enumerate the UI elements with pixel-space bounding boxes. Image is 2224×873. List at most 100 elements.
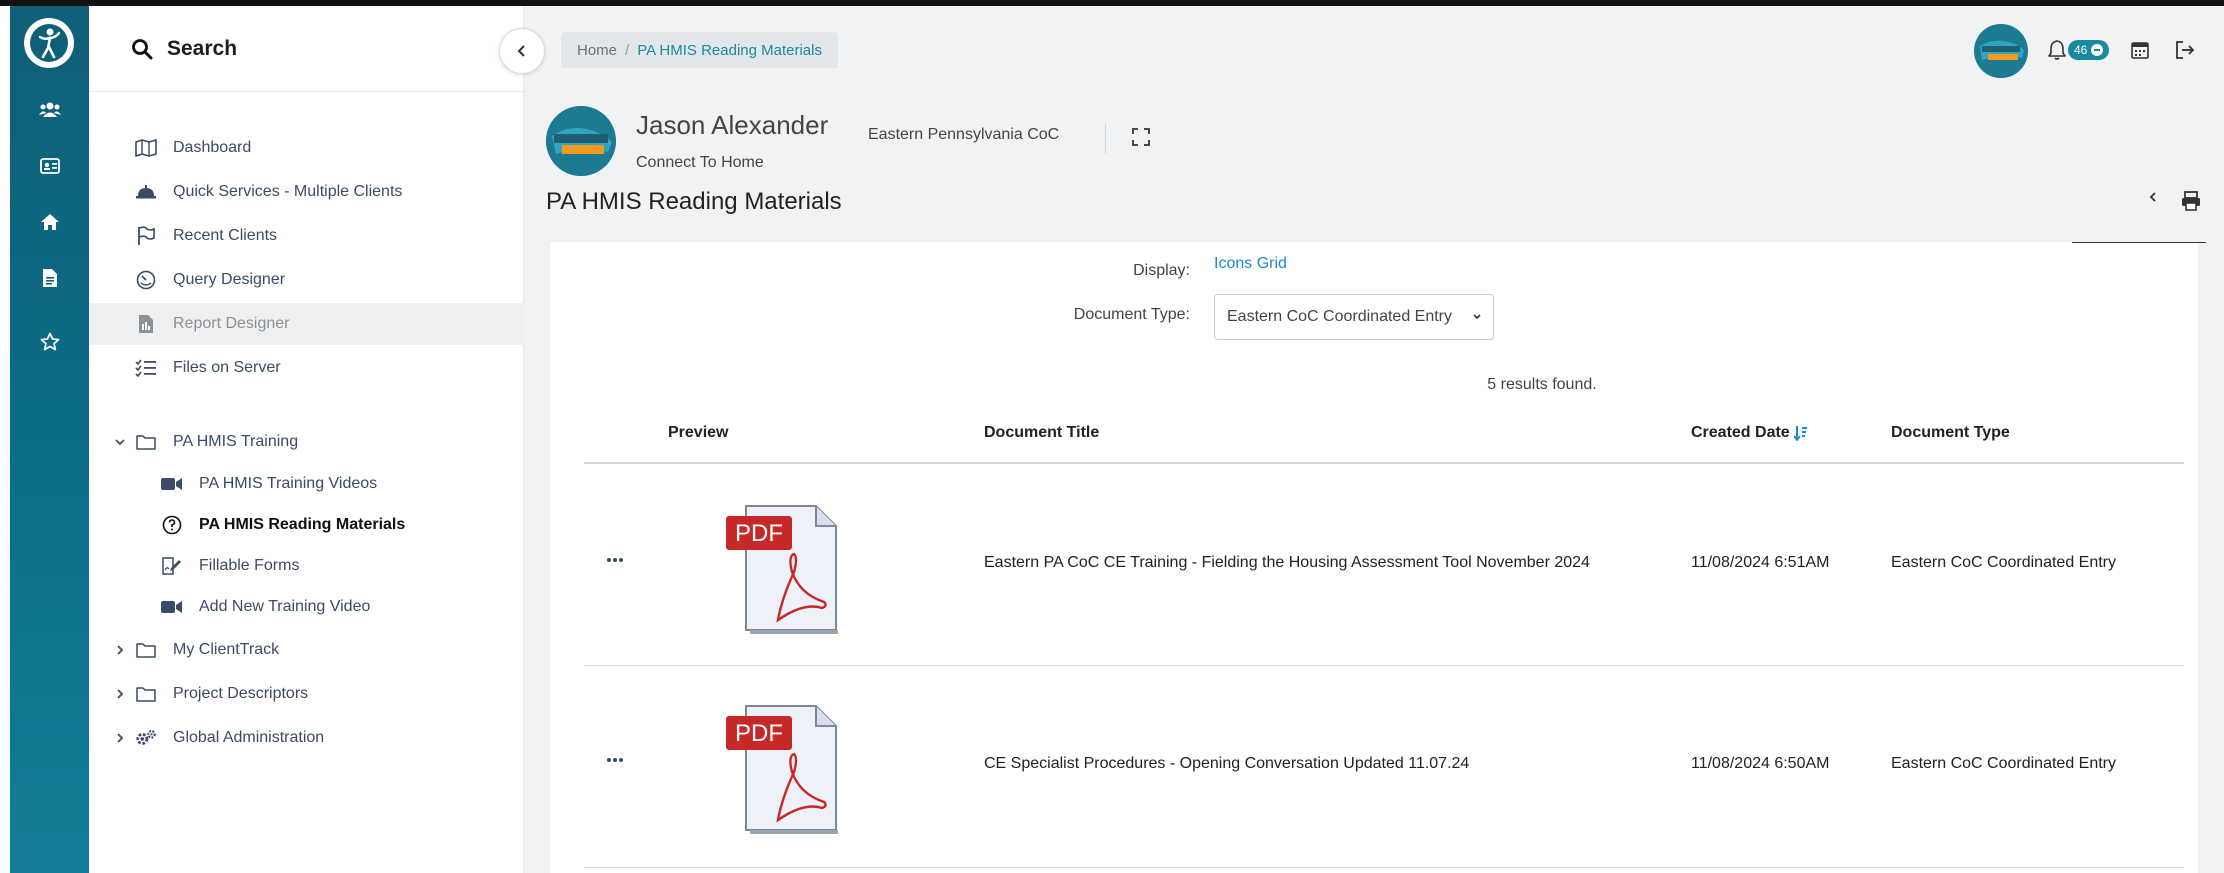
sidebar-item-add-training-video[interactable]: Add New Training Video [89,586,524,628]
users-icon[interactable] [36,96,64,124]
notification-bell-icon[interactable] [2047,39,2067,61]
document-type: Eastern CoC Coordinated Entry [1891,755,2116,772]
col-document-type[interactable]: Document Type [1891,424,2010,442]
pdf-label: PDF [735,520,783,547]
panel-top-line [2072,242,2206,243]
sidebar-item-label: PA HMIS Training Videos [199,475,378,492]
print-icon[interactable] [2180,190,2202,212]
table-row[interactable]: PDF CE Specialist Procedures - Opening C… [584,666,2184,868]
col-document-title[interactable]: Document Title [984,424,1099,442]
col-created-date-label: Created Date [1691,424,1790,441]
home-icon[interactable] [36,208,64,236]
folder-icon [135,431,157,453]
sidebar-item-fillable-forms[interactable]: Fillable Forms [89,545,524,587]
id-card-icon[interactable] [36,152,64,180]
sidebar-item-query-designer[interactable]: Query Designer [89,259,524,301]
chevron-right-icon[interactable] [113,687,127,701]
sidebar-item-label: PA HMIS Reading Materials [199,516,406,533]
sidebar-folder-pa-hmis-training[interactable]: PA HMIS Training [89,421,524,463]
notification-count: 46 [2074,43,2088,57]
sidebar-search[interactable]: Search [89,6,524,92]
sidebar-folder-my-clienttrack[interactable]: My ClientTrack [89,629,524,671]
sidebar-folder-label: Global Administration [173,729,325,746]
search-icon [132,38,153,59]
sidebar-item-reading-materials[interactable]: PA HMIS Reading Materials [89,504,524,546]
form-edit-icon [161,555,183,577]
doctype-select[interactable]: Eastern CoC Coordinated Entry [1214,294,1494,340]
sidebar-item-training-videos[interactable]: PA HMIS Training Videos [89,463,524,505]
top-header: Home / PA HMIS Reading Materials 46 [524,6,2224,92]
client-avatar[interactable] [546,106,616,176]
sidebar-item-label: Recent Clients [173,227,278,244]
video-icon [161,596,183,618]
chevron-right-icon[interactable] [113,731,127,745]
pdf-file-icon[interactable]: PDF [724,702,844,838]
breadcrumb-separator: / [625,41,630,59]
chevron-left-icon[interactable] [2146,190,2160,204]
col-preview: Preview [668,424,729,441]
sidebar-item-recent-clients[interactable]: Recent Clients [89,215,524,257]
star-icon[interactable] [36,328,64,356]
breadcrumb-current[interactable]: PA HMIS Reading Materials [637,42,822,59]
document-title[interactable]: CE Specialist Procedures - Opening Conve… [984,755,1469,773]
sidebar-folder-label: My ClientTrack [173,641,280,658]
sidebar-item-label: Report Designer [173,315,290,332]
document-type: Eastern CoC Coordinated Entry [1891,554,2116,571]
pdf-file-icon[interactable]: PDF [724,502,844,638]
sidebar-folder-global-administration[interactable]: Global Administration [89,717,524,759]
main-area: Home / PA HMIS Reading Materials 46 Jaso… [524,6,2224,873]
client-status: Connect To Home [636,154,764,171]
sidebar-collapse-button[interactable] [499,28,545,74]
chevron-left-icon [517,45,525,57]
more-options-icon[interactable] [606,757,624,763]
sidebar: Search Dashboard Quick Services - Multip… [89,6,524,873]
more-options-icon[interactable] [606,557,624,563]
sidebar-item-label: Add New Training Video [199,598,371,615]
notification-badge[interactable]: 46 [2068,40,2110,60]
client-header: Jason Alexander Connect To Home Eastern … [524,98,2224,176]
document-icon[interactable] [36,264,64,292]
chevron-right-icon[interactable] [113,643,127,657]
created-date: 11/08/2024 6:50AM [1691,755,1830,772]
video-icon [161,473,183,495]
bell-service-icon [135,181,157,203]
document-title[interactable]: Eastern PA CoC CE Training - Fielding th… [984,554,1590,572]
sidebar-folder-project-descriptors[interactable]: Project Descriptors [89,673,524,715]
breadcrumb: Home / PA HMIS Reading Materials [561,32,838,68]
table-row[interactable]: PDF Eastern PA CoC CE Training - Fieldin… [584,464,2184,666]
display-mode-link[interactable]: Icons Grid [1214,255,1287,273]
sidebar-item-label: Dashboard [173,139,252,156]
minus-circle-icon [2091,44,2104,56]
sidebar-item-files-on-server[interactable]: Files on Server [89,347,524,389]
breadcrumb-home[interactable]: Home [577,42,617,59]
question-circle-icon [161,514,183,536]
expand-icon[interactable] [1132,128,1150,146]
sidebar-item-dashboard[interactable]: Dashboard [89,127,524,169]
sidebar-item-label: Query Designer [173,271,286,288]
client-name: Jason Alexander [636,110,829,140]
report-icon [135,313,157,335]
pdf-label: PDF [735,720,783,747]
client-organization: Eastern Pennsylvania CoC [868,126,1060,143]
page-title: PA HMIS Reading Materials [546,188,842,215]
gears-icon [135,727,157,749]
folder-icon [135,683,157,705]
flag-icon [135,225,157,247]
chevron-down-icon[interactable] [113,435,127,449]
calendar-icon[interactable] [2130,40,2150,60]
user-avatar[interactable] [1974,24,2028,78]
sort-desc-icon[interactable] [1793,425,1808,441]
chevron-down-icon [1473,314,1481,320]
app-logo[interactable] [24,18,74,68]
logout-icon[interactable] [2174,39,2196,61]
header-divider [1105,124,1106,154]
display-label: Display: [1133,262,1190,279]
sidebar-item-quick-services[interactable]: Quick Services - Multiple Clients [89,171,524,213]
sidebar-item-label: Files on Server [173,359,281,376]
col-created-date[interactable]: Created Date [1691,424,1808,442]
gauge-icon [135,269,157,291]
sidebar-folder-label: PA HMIS Training [173,433,299,450]
sidebar-item-report-designer[interactable]: Report Designer [89,303,524,345]
sidebar-folder-label: Project Descriptors [173,685,309,702]
app-rail [10,6,89,873]
